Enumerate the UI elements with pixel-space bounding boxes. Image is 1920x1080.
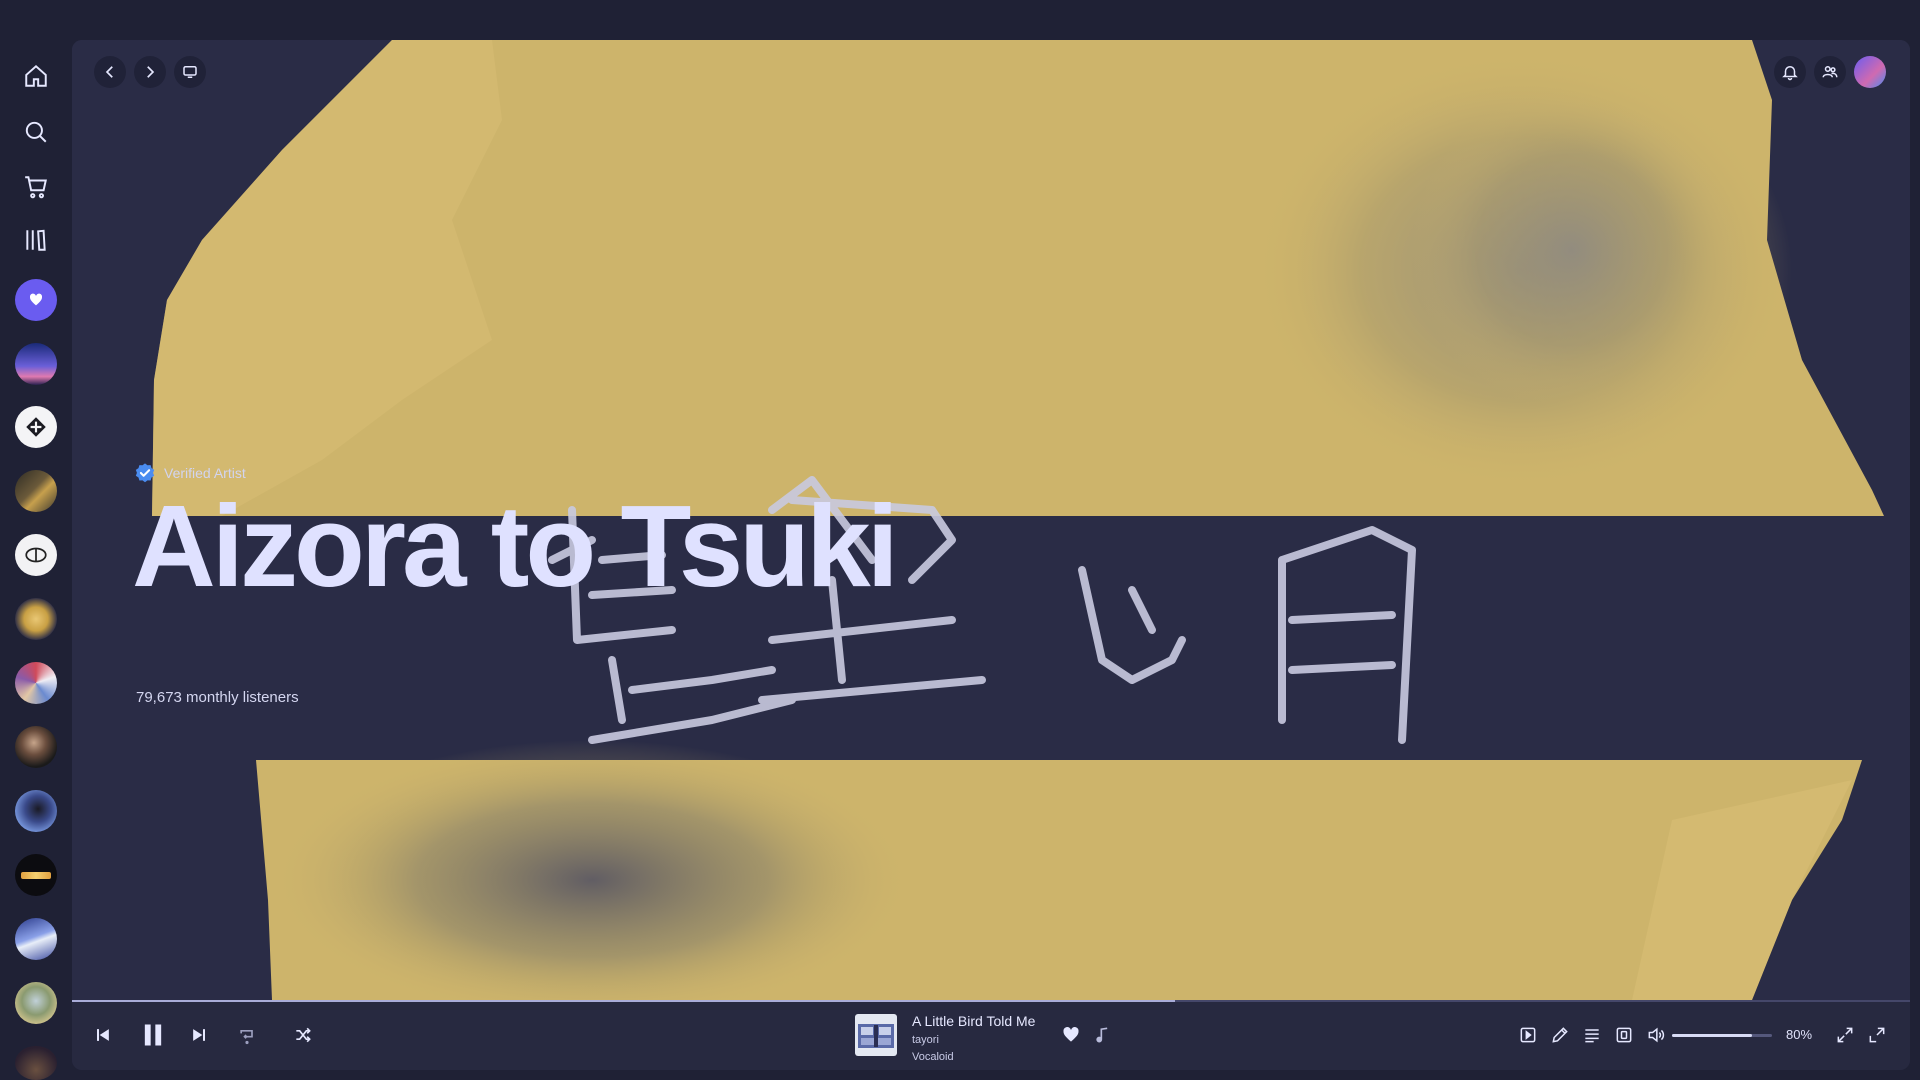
artist-name: Aizora to Tsuki	[132, 481, 899, 611]
track-album[interactable]: Vocaloid	[912, 1051, 1035, 1063]
home-button[interactable]	[18, 58, 54, 94]
progress-bar[interactable]	[72, 1000, 1910, 1002]
volume-slider[interactable]	[1672, 1034, 1772, 1037]
edit-button[interactable]	[1545, 1020, 1575, 1050]
playlist-8[interactable]	[15, 790, 57, 832]
fullscreen-button[interactable]	[1862, 1020, 1892, 1050]
playlist-7[interactable]	[15, 726, 57, 768]
next-button[interactable]	[184, 1020, 214, 1050]
play-square-icon	[1520, 1027, 1536, 1043]
playlist-9[interactable]	[15, 854, 57, 896]
track-cover-art	[855, 1014, 897, 1056]
notifications-button[interactable]	[1774, 56, 1806, 88]
volume-label: 80%	[1786, 1027, 1813, 1042]
verified-label: Verified Artist	[164, 465, 246, 481]
playlist-5[interactable]	[15, 598, 57, 640]
search-icon	[25, 121, 47, 143]
devices-icon	[1616, 1027, 1632, 1043]
volume-fill	[1672, 1034, 1752, 1037]
heart-icon	[29, 293, 43, 306]
now-playing: A Little Bird Told Me tayori Vocaloid	[912, 1013, 1035, 1063]
chevron-right-icon	[147, 66, 155, 78]
expand-arrows-icon	[1837, 1027, 1853, 1043]
users-icon	[1822, 66, 1838, 78]
monthly-listeners: 79,673 monthly listeners	[136, 689, 299, 706]
player-bar: A Little Bird Told Me tayori Vocaloid 80…	[72, 1000, 1910, 1070]
marketplace-button[interactable]	[18, 169, 54, 205]
playlist-10[interactable]	[15, 918, 57, 960]
fullscreen-icon	[1869, 1027, 1885, 1043]
track-cover[interactable]	[855, 1014, 897, 1056]
playlist-2[interactable]	[15, 406, 57, 448]
library-button[interactable]	[18, 222, 54, 258]
progress-fill	[72, 1000, 1175, 1002]
now-playing-view-button[interactable]	[1513, 1020, 1543, 1050]
volume-icon	[1648, 1027, 1665, 1043]
monitor-icon	[183, 66, 197, 78]
heart-icon	[1063, 1026, 1079, 1042]
like-button[interactable]	[1056, 1020, 1086, 1050]
skip-back-icon	[97, 1029, 109, 1041]
track-title[interactable]: A Little Bird Told Me	[912, 1013, 1035, 1029]
chevron-left-icon	[105, 66, 113, 78]
bell-icon	[1782, 66, 1798, 81]
music-note-icon	[1096, 1027, 1108, 1043]
pause-button[interactable]	[134, 1016, 172, 1054]
track-artist[interactable]: tayori	[912, 1034, 1035, 1046]
queue-icon	[1585, 1029, 1599, 1043]
playlist-2-cover	[26, 417, 46, 437]
playlist-11[interactable]	[15, 982, 57, 1024]
lyrics-button[interactable]	[1088, 1020, 1118, 1050]
repeat-icon	[240, 1030, 253, 1045]
liked-songs[interactable]	[15, 279, 57, 321]
search-button[interactable]	[18, 114, 54, 150]
user-avatar[interactable]	[1854, 56, 1886, 88]
display-mode-button[interactable]	[174, 56, 206, 88]
artist-header: Verified Artist Aizora to Tsuki 79,673 m…	[72, 40, 1910, 1000]
library-icon	[26, 229, 46, 251]
playlist-9-cover	[21, 871, 51, 879]
miniplayer-button[interactable]	[1830, 1020, 1860, 1050]
skip-forward-icon	[193, 1029, 205, 1041]
pause-icon	[144, 1024, 162, 1046]
queue-button[interactable]	[1577, 1020, 1607, 1050]
friends-button[interactable]	[1814, 56, 1846, 88]
playlist-12[interactable]	[15, 1046, 57, 1080]
sidebar	[0, 0, 72, 1080]
devices-button[interactable]	[1609, 1020, 1639, 1050]
playlist-1[interactable]	[15, 343, 57, 385]
repeat-button[interactable]	[232, 1020, 262, 1050]
playlist-4-cover	[25, 547, 47, 563]
home-icon	[25, 64, 47, 87]
shuffle-button[interactable]	[288, 1020, 318, 1050]
main-view: Verified Artist Aizora to Tsuki 79,673 m…	[72, 40, 1910, 1070]
back-button[interactable]	[94, 56, 126, 88]
playlist-3[interactable]	[15, 470, 57, 512]
shuffle-icon	[296, 1027, 311, 1043]
mute-button[interactable]	[1641, 1020, 1671, 1050]
playlist-6[interactable]	[15, 662, 57, 704]
cart-icon	[25, 176, 47, 199]
pencil-icon	[1552, 1027, 1568, 1043]
playlist-4[interactable]	[15, 534, 57, 576]
forward-button[interactable]	[134, 56, 166, 88]
previous-button[interactable]	[88, 1020, 118, 1050]
